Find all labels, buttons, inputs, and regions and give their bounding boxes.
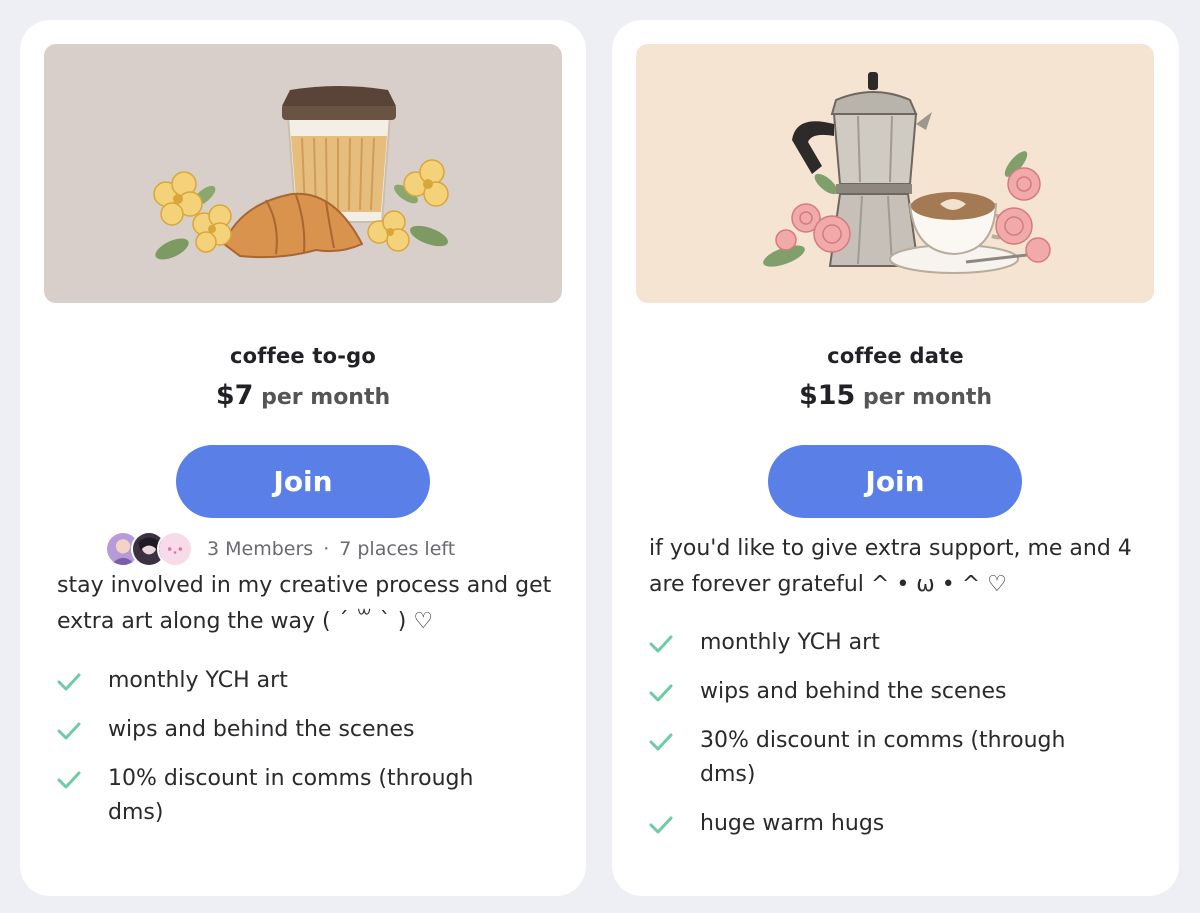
price-amount: $7: [215, 380, 254, 411]
check-icon: [648, 682, 674, 704]
perk-text: monthly YCH art: [108, 668, 288, 693]
price-period: per month: [261, 385, 391, 410]
perk-text: wips and behind the scenes: [108, 717, 415, 742]
perk-item: 10% discount in comms (through dms): [56, 762, 526, 830]
tier-image-coffee-date: [636, 44, 1154, 303]
join-button-coffee-date[interactable]: Join: [768, 445, 1022, 518]
perk-item: monthly YCH art: [648, 626, 1118, 660]
check-icon: [648, 633, 674, 655]
member-avatars: [105, 530, 197, 568]
tier-description: stay involved in my creative process and…: [57, 573, 552, 634]
tier-title: coffee to-go: [230, 344, 376, 368]
tier-card-coffee-date: coffee date $15 per month Join if you'd …: [612, 20, 1179, 896]
places-left: 7 places left: [339, 538, 456, 560]
tier-title: coffee date: [827, 344, 964, 368]
members-count: 3 Members: [207, 538, 314, 560]
perk-list: monthly YCH art wips and behind the scen…: [56, 664, 526, 845]
perk-text: huge warm hugs: [700, 811, 885, 836]
price-amount: $15: [798, 380, 856, 411]
perk-text: 30% discount in comms (through dms): [700, 728, 1066, 787]
check-icon: [648, 814, 674, 836]
perk-list: monthly YCH art wips and behind the scen…: [648, 626, 1118, 856]
perk-item: wips and behind the scenes: [56, 713, 526, 747]
perk-item: wips and behind the scenes: [648, 675, 1118, 709]
avatar: [157, 531, 193, 567]
join-button-coffee-to-go[interactable]: Join: [176, 445, 430, 518]
perk-text: 10% discount in comms (through dms): [108, 766, 474, 825]
check-icon: [648, 731, 674, 753]
tier-card-coffee-to-go: coffee to-go $7 per month Join 3 Members…: [20, 20, 586, 896]
tier-price: $7 per month: [20, 380, 586, 411]
members-info: 3 Members · 7 places left: [105, 530, 455, 568]
tier-price: $15 per month: [612, 380, 1179, 411]
perk-item: monthly YCH art: [56, 664, 526, 698]
price-period: per month: [862, 385, 993, 410]
coffee-cup-croissant-illustration: [44, 44, 562, 303]
tier-description: if you'd like to give extra support, me …: [649, 536, 1132, 597]
moka-pot-latte-illustration: [636, 44, 1154, 303]
perk-item: 30% discount in comms (through dms): [648, 724, 1118, 792]
check-icon: [56, 720, 82, 742]
separator-dot: ·: [323, 538, 330, 560]
check-icon: [56, 671, 82, 693]
tier-image-coffee-to-go: [44, 44, 562, 303]
perk-item: huge warm hugs: [648, 807, 1118, 841]
perk-text: wips and behind the scenes: [700, 679, 1007, 704]
check-icon: [56, 769, 82, 791]
perk-text: monthly YCH art: [700, 630, 880, 655]
